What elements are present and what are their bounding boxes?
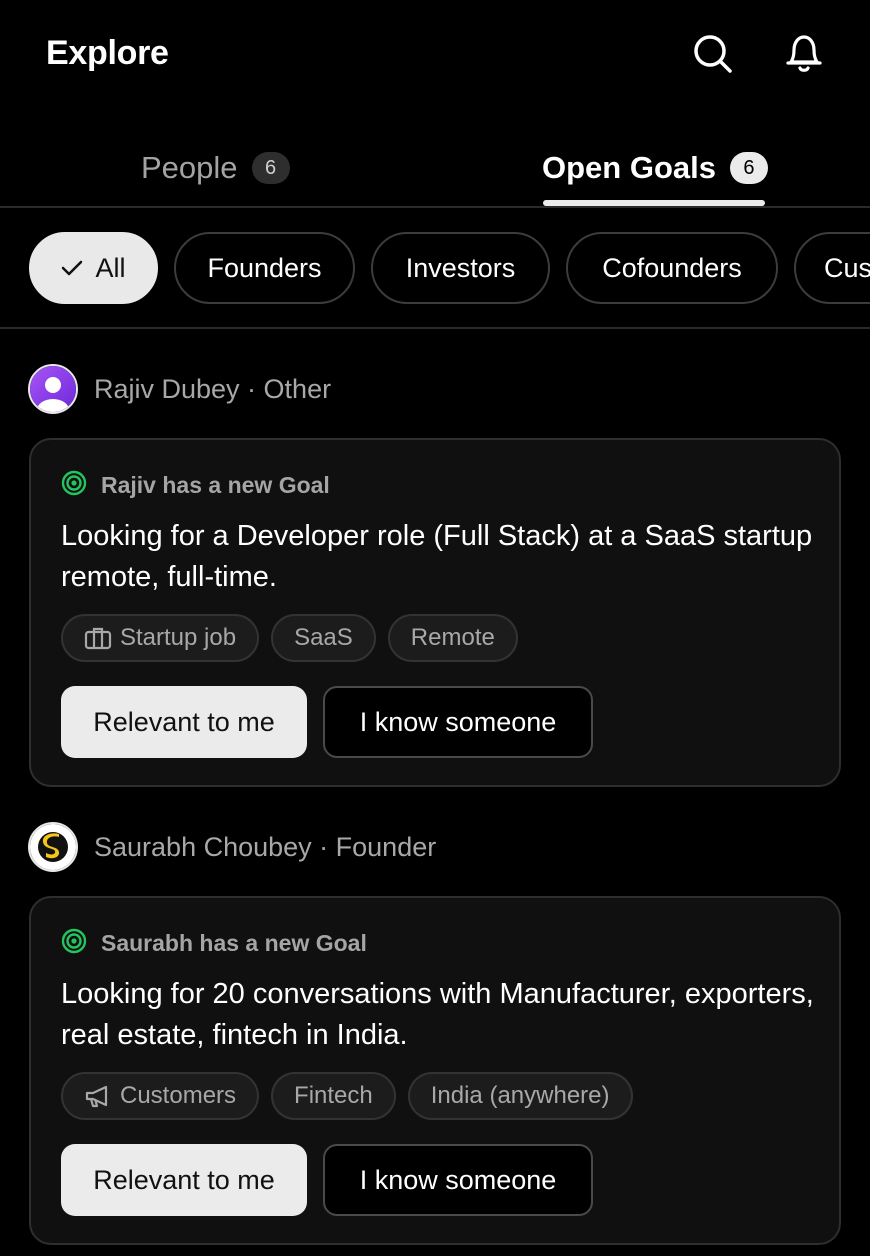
tab-open-goals[interactable]: Open Goals 6: [542, 138, 768, 198]
filter-chip-cofounders[interactable]: Cofounders: [566, 232, 778, 304]
author-name: Saurabh Choubey · Founder: [94, 831, 437, 862]
filter-chips: All Founders Investors Cofounders Cus: [0, 208, 870, 329]
avatar: [28, 364, 78, 414]
goal-tags: Customers Fintech India (anywhere): [61, 1072, 645, 1120]
goal-heading: Rajiv has a new Goal: [61, 470, 330, 501]
tag-label: SaaS: [294, 624, 353, 651]
tag-customers: Customers: [61, 1072, 260, 1120]
tab-people[interactable]: People 6: [141, 138, 290, 198]
goal-heading-text: Rajiv has a new Goal: [101, 472, 330, 498]
chip-label: Cus: [824, 252, 870, 283]
tag-label: Fintech: [294, 1082, 373, 1109]
goal-description: Looking for 20 conversations with Manufa…: [61, 978, 814, 1051]
tag-fintech: Fintech: [271, 1072, 396, 1120]
goal-heading: Saurabh has a new Goal: [61, 928, 367, 959]
avatar: [28, 822, 78, 872]
chip-label: Cofounders: [602, 252, 742, 283]
tab-label: People: [141, 150, 238, 185]
filter-chip-customers[interactable]: Cus: [794, 232, 870, 304]
chip-label: Investors: [405, 252, 516, 283]
target-icon: [61, 928, 87, 959]
card-actions: Relevant to me I know someone: [61, 686, 593, 758]
tag-remote: Remote: [387, 614, 518, 662]
relevant-to-me-button[interactable]: Relevant to me: [61, 1144, 307, 1216]
goal-description: Looking for a Developer role (Full Stack…: [61, 520, 813, 593]
card-actions: Relevant to me I know someone: [61, 1144, 593, 1216]
tag-label: India (anywhere): [430, 1082, 610, 1109]
goal-heading-text: Saurabh has a new Goal: [101, 930, 367, 956]
tab-count-badge: 6: [251, 152, 290, 184]
tab-label: Open Goals: [542, 150, 716, 185]
check-icon: [61, 259, 83, 277]
active-tab-indicator: [543, 200, 765, 206]
post-author[interactable]: Saurabh Choubey · Founder: [28, 822, 436, 872]
relevant-to-me-button[interactable]: Relevant to me: [61, 686, 307, 758]
page-title: Explore: [46, 34, 169, 72]
app-header: Explore: [0, 0, 870, 108]
megaphone-icon: [84, 1084, 112, 1108]
post-author[interactable]: Rajiv Dubey · Other: [28, 364, 331, 414]
tag-label: Remote: [410, 624, 495, 651]
goal-tags: Startup job SaaS Remote: [61, 614, 530, 662]
filter-chip-all[interactable]: All: [29, 232, 158, 304]
tab-bar: People 6 Open Goals 6: [0, 108, 870, 208]
tag-saas: SaaS: [271, 614, 376, 662]
tag-startup-job: Startup job: [61, 614, 260, 662]
filter-chip-founders[interactable]: Founders: [174, 232, 355, 304]
tag-label: Startup job: [120, 624, 237, 651]
i-know-someone-button[interactable]: I know someone: [323, 1144, 593, 1216]
tag-india-anywhere: India (anywhere): [407, 1072, 633, 1120]
chip-label: Founders: [207, 252, 322, 283]
tag-label: Customers: [120, 1082, 237, 1109]
tab-count-badge: 6: [729, 152, 768, 184]
bell-icon[interactable]: [782, 30, 826, 78]
target-icon: [61, 470, 87, 501]
filter-chip-investors[interactable]: Investors: [371, 232, 550, 304]
chip-label: All: [95, 252, 126, 283]
search-icon[interactable]: [691, 30, 735, 78]
goal-card: Rajiv has a new Goal Looking for a Devel…: [29, 438, 841, 787]
author-name: Rajiv Dubey · Other: [94, 373, 332, 404]
briefcase-icon: [84, 626, 112, 650]
goal-card: Saurabh has a new Goal Looking for 20 co…: [29, 896, 841, 1245]
i-know-someone-button[interactable]: I know someone: [323, 686, 593, 758]
